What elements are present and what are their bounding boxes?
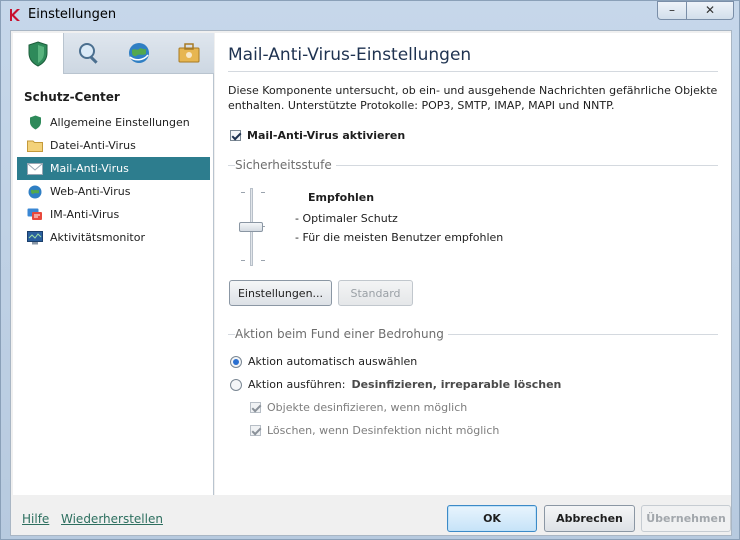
globe-icon <box>129 43 149 63</box>
radio-button[interactable] <box>230 378 242 391</box>
tab-update[interactable] <box>114 33 164 73</box>
restore-link[interactable]: Wiederherstellen <box>61 512 163 526</box>
sidebar-item-label: Allgemeine Einstellungen <box>50 116 190 129</box>
slider-tick <box>241 260 245 261</box>
mail-icon <box>27 161 43 177</box>
delete-checkbox[interactable]: Löschen, wenn Desinfektion nicht möglich <box>250 424 499 437</box>
settings-button[interactable]: Einstellungen... <box>229 280 332 306</box>
chat-icon <box>27 207 43 223</box>
action-execute-radio[interactable]: Aktion ausführen: Desinfizieren, irrepar… <box>230 378 561 391</box>
checkbox-label: Löschen, wenn Desinfektion nicht möglich <box>267 424 500 437</box>
sidebar-item-label: Mail-Anti-Virus <box>50 162 129 175</box>
sidebar-item-web-antivirus[interactable]: Web-Anti-Virus <box>17 180 210 203</box>
security-level-detail: - Optimaler Schutz <box>295 212 398 225</box>
radio-button[interactable] <box>230 355 242 368</box>
checkbox-box[interactable] <box>230 130 241 141</box>
checkbox-box[interactable] <box>250 425 261 436</box>
sidebar-nav: Allgemeine Einstellungen Datei-Anti-Viru… <box>17 111 210 249</box>
security-group-title: Sicherheitsstufe <box>235 158 336 172</box>
radio-label: Aktion ausführen: <box>248 378 346 391</box>
slider-tick <box>261 192 265 193</box>
toolbox-icon <box>178 43 200 63</box>
security-level-detail: - Für die meisten Benutzer empfohlen <box>295 231 504 244</box>
sidebar-item-label: Aktivitätsmonitor <box>50 231 145 244</box>
title-divider <box>228 71 718 72</box>
globe-icon <box>27 184 43 200</box>
apply-button[interactable]: Übernehmen <box>641 505 731 532</box>
window-title: Einstellungen <box>28 7 117 22</box>
shield-icon <box>27 115 43 131</box>
shield-icon <box>28 40 48 67</box>
folder-icon <box>27 138 43 154</box>
close-button[interactable]: ✕ <box>686 1 734 20</box>
minimize-button[interactable]: – <box>657 1 687 20</box>
tab-scan[interactable] <box>64 33 114 73</box>
ok-button[interactable]: OK <box>447 505 537 532</box>
sidebar-item-label: IM-Anti-Virus <box>50 208 120 221</box>
radio-label: Aktion automatisch auswählen <box>248 355 418 368</box>
kaspersky-logo-icon <box>10 9 20 21</box>
sidebar-item-file-antivirus[interactable]: Datei-Anti-Virus <box>17 134 210 157</box>
page-title: Mail-Anti-Virus-Einstellungen <box>228 45 472 65</box>
action-group-title: Aktion beim Fund einer Bedrohung <box>235 327 448 341</box>
checkbox-box[interactable] <box>250 402 261 413</box>
slider-tick <box>241 192 245 193</box>
action-value: Desinfizieren, irreparable löschen <box>351 378 562 391</box>
security-level-name: Empfohlen <box>308 191 375 204</box>
sidebar-tabs <box>13 33 214 74</box>
cancel-button[interactable]: Abbrechen <box>544 505 635 532</box>
security-level-slider-thumb[interactable] <box>239 222 263 232</box>
disinfect-checkbox[interactable]: Objekte desinfizieren, wenn möglich <box>250 401 467 414</box>
dialog-footer: Hilfe Wiederherstellen OK Abbrechen Über… <box>11 497 731 535</box>
settings-window: Einstellungen – ✕ Schutz-Center Allgemei… <box>0 0 740 540</box>
tab-tools[interactable] <box>164 33 214 73</box>
sidebar-item-general-settings[interactable]: Allgemeine Einstellungen <box>17 111 210 134</box>
sidebar-item-activity-monitor[interactable]: Aktivitätsmonitor <box>17 226 210 249</box>
sidebar-item-label: Web-Anti-Virus <box>50 185 131 198</box>
settings-panel: Mail-Anti-Virus-Einstellungen Diese Komp… <box>215 33 731 495</box>
dialog-client: Schutz-Center Allgemeine Einstellungen D… <box>10 30 732 536</box>
slider-tick <box>261 260 265 261</box>
default-button[interactable]: Standard <box>338 280 413 306</box>
component-description: Diese Komponente untersucht, ob ein- und… <box>228 84 718 112</box>
section-title: Schutz-Center <box>24 90 120 104</box>
enable-mail-antivirus-checkbox[interactable]: Mail-Anti-Virus aktivieren <box>230 129 405 142</box>
sidebar-item-mail-antivirus[interactable]: Mail-Anti-Virus <box>17 157 210 180</box>
checkbox-label: Mail-Anti-Virus aktivieren <box>247 129 406 142</box>
sidebar-item-im-antivirus[interactable]: IM-Anti-Virus <box>17 203 210 226</box>
action-auto-radio[interactable]: Aktion automatisch auswählen <box>230 355 417 368</box>
sidebar: Schutz-Center Allgemeine Einstellungen D… <box>13 33 214 495</box>
checkbox-label: Objekte desinfizieren, wenn möglich <box>267 401 468 414</box>
monitor-icon <box>27 230 43 246</box>
magnifier-icon <box>79 43 98 64</box>
title-bar: Einstellungen – ✕ <box>1 1 739 29</box>
help-link[interactable]: Hilfe <box>22 512 49 526</box>
tab-protection[interactable] <box>13 33 64 74</box>
sidebar-item-label: Datei-Anti-Virus <box>50 139 136 152</box>
